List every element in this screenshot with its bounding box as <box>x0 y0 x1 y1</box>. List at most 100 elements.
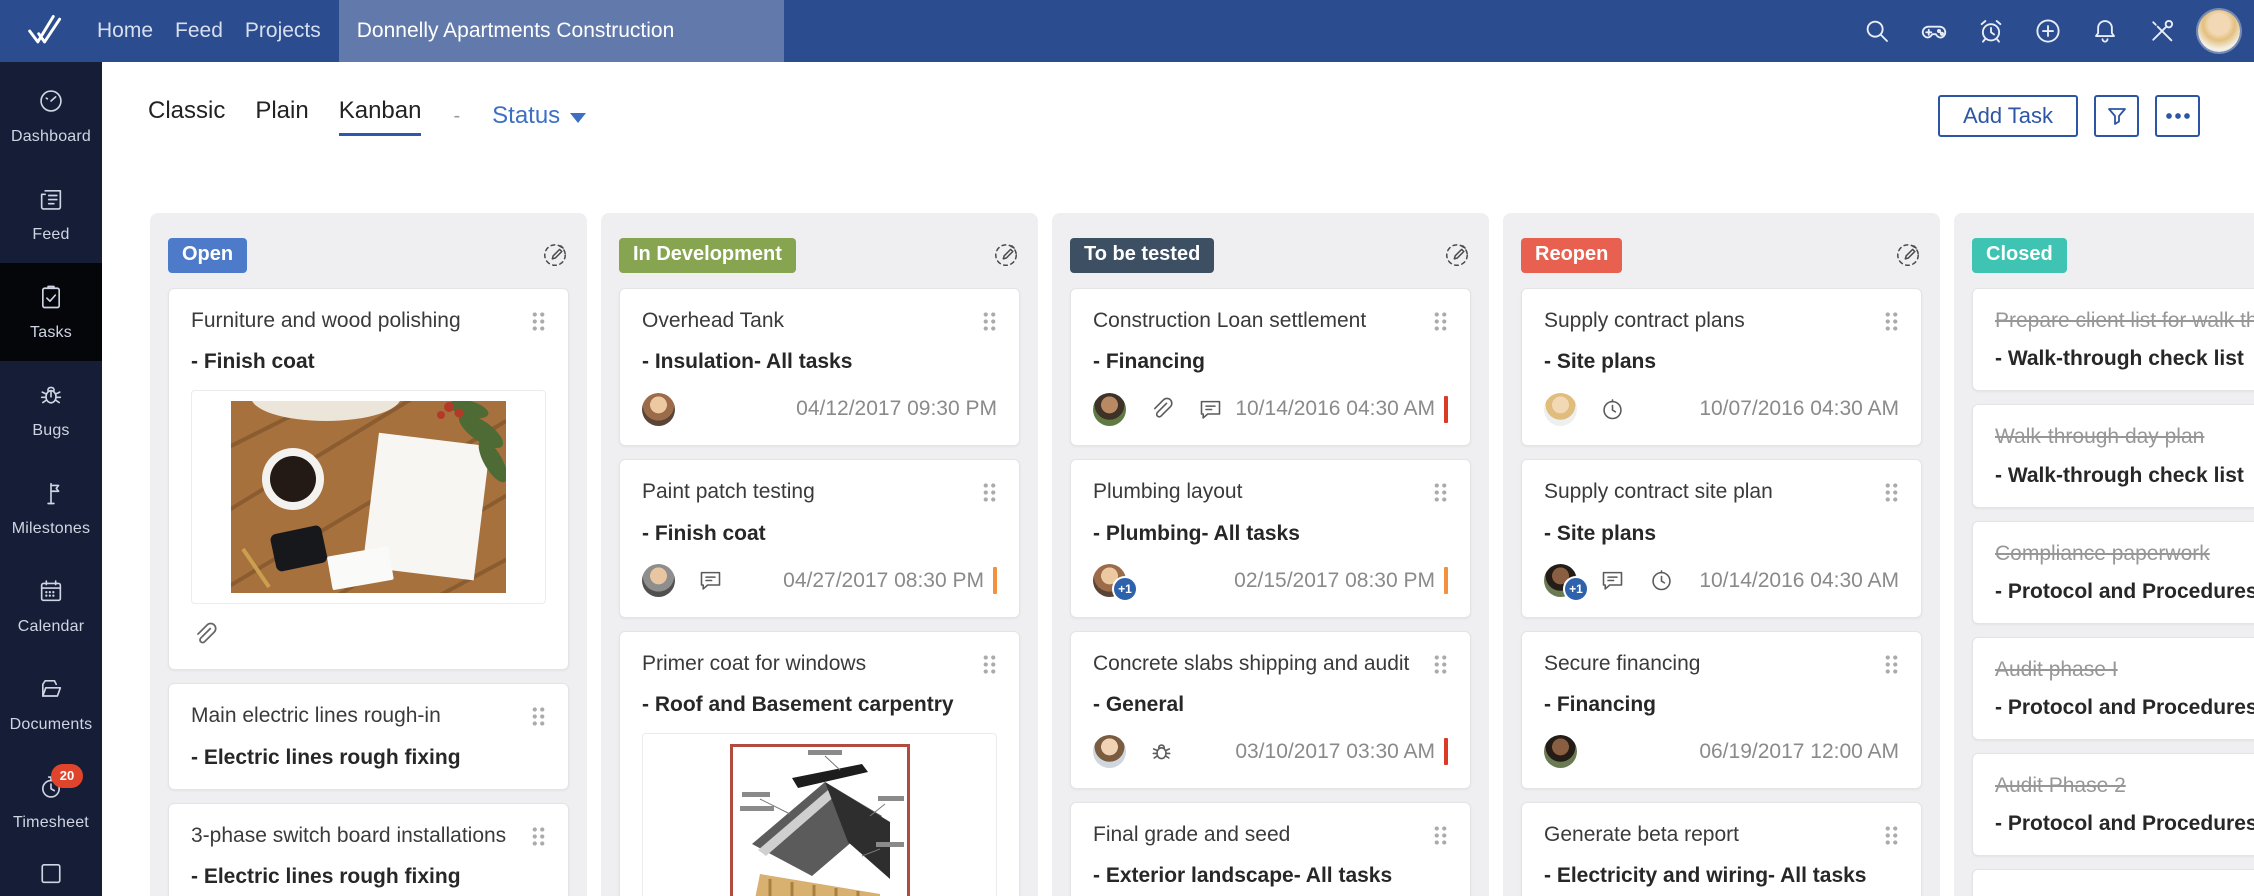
task-card[interactable]: Walk-through day plan - Walk-through che… <box>1972 404 2254 507</box>
drag-handle-icon[interactable] <box>982 654 997 675</box>
group-by-dropdown[interactable]: Status <box>492 102 586 130</box>
drag-handle-icon[interactable] <box>1884 825 1899 846</box>
assignee-avatar[interactable] <box>1093 735 1126 768</box>
assignee-avatar[interactable] <box>1544 393 1577 426</box>
task-title[interactable]: Audit phase I <box>1995 657 2118 683</box>
task-card[interactable]: Concrete slabs shipping and audit - Gene… <box>1070 631 1471 789</box>
task-card[interactable]: Compliance paperwork - Protocol and Proc… <box>1972 521 2254 624</box>
search-icon[interactable] <box>1848 0 1905 62</box>
task-card[interactable]: Plumbing layout - Plumbing- All tasks +1… <box>1070 459 1471 617</box>
task-card[interactable] <box>1972 869 2254 896</box>
drag-handle-icon[interactable] <box>1884 482 1899 503</box>
drag-handle-icon[interactable] <box>1884 311 1899 332</box>
drag-handle-icon[interactable] <box>531 826 546 847</box>
active-project-tab[interactable]: Donnelly Apartments Construction <box>339 0 785 62</box>
task-image-frame[interactable] <box>642 733 997 896</box>
task-card[interactable]: Supply contract plans - Site plans 10/07… <box>1521 288 1922 446</box>
drag-handle-icon[interactable] <box>982 311 997 332</box>
task-title[interactable]: Supply contract site plan <box>1544 479 1773 505</box>
task-card[interactable]: Primer coat for windows - Roof and Basem… <box>619 631 1020 896</box>
sidebar-item-dashboard[interactable]: Dashboard <box>0 67 102 165</box>
add-new-icon[interactable] <box>2019 0 2076 62</box>
zoho-projects-logo-icon[interactable] <box>24 11 68 51</box>
drag-handle-icon[interactable] <box>982 482 997 503</box>
comments-icon[interactable] <box>1197 396 1224 423</box>
games-icon[interactable] <box>1905 0 1962 62</box>
assignee-avatar[interactable] <box>642 393 675 426</box>
task-title[interactable]: Plumbing layout <box>1093 479 1242 505</box>
task-card[interactable]: Supply contract site plan - Site plans +… <box>1521 459 1922 617</box>
sidebar-item-timesheet[interactable]: 20 Timesheet <box>0 753 102 851</box>
sidebar-item-bugs[interactable]: Bugs <box>0 361 102 459</box>
drag-handle-icon[interactable] <box>531 311 546 332</box>
assignee-avatar[interactable]: +1 <box>1544 564 1577 597</box>
task-card[interactable]: Generate beta report - Electricity and w… <box>1521 802 1922 896</box>
task-title[interactable]: Overhead Tank <box>642 308 784 334</box>
status-badge[interactable]: Open <box>168 238 247 273</box>
task-title[interactable]: Prepare client list for walk thr <box>1995 308 2254 334</box>
extra-assignees-badge[interactable]: +1 <box>1563 576 1589 602</box>
assignee-avatar[interactable] <box>642 564 675 597</box>
task-title[interactable]: Final grade and seed <box>1093 822 1290 848</box>
task-title[interactable]: Main electric lines rough-in <box>191 703 441 729</box>
sidebar-item-feed[interactable]: Feed <box>0 165 102 263</box>
task-card[interactable]: Construction Loan settlement - Financing… <box>1070 288 1471 446</box>
sidebar-item-calendar[interactable]: Calendar <box>0 557 102 655</box>
attachment-row[interactable] <box>191 620 546 650</box>
drag-handle-icon[interactable] <box>1884 654 1899 675</box>
view-tab-kanban[interactable]: Kanban <box>339 97 422 136</box>
edit-status-icon[interactable] <box>1443 240 1471 268</box>
task-card[interactable]: Paint patch testing - Finish coat 04/27/… <box>619 459 1020 617</box>
task-card[interactable]: Audit Phase 2 - Protocol and Procedures <box>1972 753 2254 856</box>
timer-icon[interactable] <box>1599 396 1626 423</box>
nav-item-projects[interactable]: Projects <box>234 0 332 62</box>
sidebar-item-milestones[interactable]: Milestones <box>0 459 102 557</box>
task-card[interactable]: Secure financing - Financing 06/19/2017 … <box>1521 631 1922 789</box>
status-badge[interactable]: Reopen <box>1521 238 1622 273</box>
task-image-frame[interactable] <box>191 390 546 604</box>
status-badge[interactable]: To be tested <box>1070 238 1214 273</box>
task-title[interactable]: Audit Phase 2 <box>1995 773 2126 799</box>
task-title[interactable]: Walk-through day plan <box>1995 424 2204 450</box>
task-card[interactable]: Furniture and wood polishing - Finish co… <box>168 288 569 670</box>
task-title[interactable]: Construction Loan settlement <box>1093 308 1366 334</box>
attachment-icon[interactable] <box>1148 396 1175 423</box>
task-card[interactable]: Prepare client list for walk thr - Walk-… <box>1972 288 2254 391</box>
nav-item-feed[interactable]: Feed <box>164 0 234 62</box>
task-title[interactable]: Furniture and wood polishing <box>191 308 461 334</box>
edit-status-icon[interactable] <box>992 240 1020 268</box>
extra-assignees-badge[interactable]: +1 <box>1112 576 1138 602</box>
edit-status-icon[interactable] <box>1894 240 1922 268</box>
task-title[interactable]: Paint patch testing <box>642 479 815 505</box>
user-avatar[interactable] <box>2198 10 2240 52</box>
task-title[interactable]: 3-phase switch board installations <box>191 823 506 849</box>
filter-button[interactable] <box>2094 95 2139 137</box>
add-task-button[interactable]: Add Task <box>1938 95 2078 137</box>
sidebar-item-documents[interactable]: Documents <box>0 655 102 753</box>
task-card[interactable]: Audit phase I - Protocol and Procedures <box>1972 637 2254 740</box>
comments-icon[interactable] <box>697 567 724 594</box>
assignee-avatar[interactable]: +1 <box>1093 564 1126 597</box>
sidebar-item-partial[interactable] <box>0 851 102 896</box>
task-title[interactable]: Primer coat for windows <box>642 651 866 677</box>
task-title[interactable]: Generate beta report <box>1544 822 1739 848</box>
assignee-avatar[interactable] <box>1544 735 1577 768</box>
drag-handle-icon[interactable] <box>1433 311 1448 332</box>
task-card[interactable]: Overhead Tank - Insulation- All tasks 04… <box>619 288 1020 446</box>
task-title[interactable]: Concrete slabs shipping and audit <box>1093 651 1409 677</box>
notifications-bell-icon[interactable] <box>2076 0 2133 62</box>
comments-icon[interactable] <box>1599 567 1626 594</box>
bug-icon[interactable] <box>1148 738 1175 765</box>
task-card[interactable]: Final grade and seed - Exterior landscap… <box>1070 802 1471 896</box>
view-tab-classic[interactable]: Classic <box>148 97 225 136</box>
setup-tools-icon[interactable] <box>2133 0 2190 62</box>
task-card[interactable]: 3-phase switch board installations - Ele… <box>168 803 569 896</box>
status-badge[interactable]: Closed <box>1972 238 2067 273</box>
more-options-button[interactable] <box>2155 95 2200 137</box>
drag-handle-icon[interactable] <box>1433 482 1448 503</box>
reminders-clock-icon[interactable] <box>1962 0 2019 62</box>
task-title[interactable]: Supply contract plans <box>1544 308 1745 334</box>
edit-status-icon[interactable] <box>541 240 569 268</box>
task-card[interactable]: Main electric lines rough-in - Electric … <box>168 683 569 789</box>
assignee-avatar[interactable] <box>1093 393 1126 426</box>
